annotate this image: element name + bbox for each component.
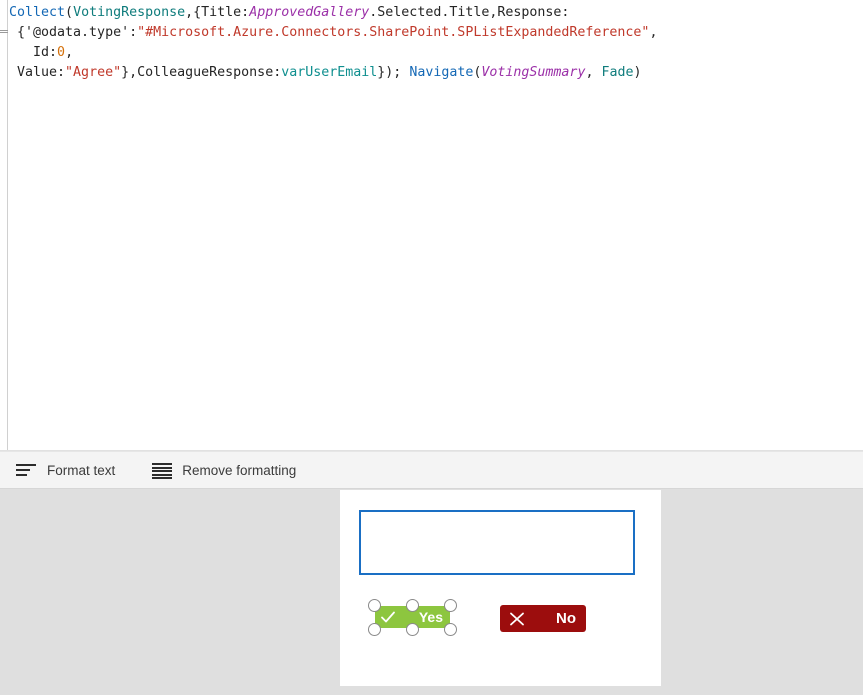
app-canvas-area: Yes No [0, 490, 863, 695]
formula-token: , [585, 65, 602, 80]
formula-token: ) [633, 65, 642, 80]
formula-token: Collect [9, 5, 66, 20]
formula-token: "Agree" [65, 65, 122, 80]
formula-input[interactable]: Collect(VotingResponse,{Title:ApprovedGa… [9, 0, 863, 83]
formula-line: Collect(VotingResponse,{Title:ApprovedGa… [9, 3, 863, 23]
formula-token: }); [377, 65, 410, 80]
yes-button-label: Yes [418, 609, 443, 625]
format-text-label: Format text [47, 462, 116, 478]
formula-token: , [65, 45, 74, 60]
no-button[interactable]: No [500, 605, 586, 632]
formula-token: Value: [9, 65, 66, 80]
gutter-tick [0, 32, 8, 33]
resize-handle-bottom-center[interactable] [406, 623, 419, 636]
formula-editor-panel[interactable]: Collect(VotingResponse,{Title:ApprovedGa… [0, 0, 863, 451]
app-screen-canvas[interactable]: Yes No [340, 490, 661, 686]
formula-token: Id: [9, 45, 58, 60]
formula-line: Value:"Agree"},ColleagueResponse:varUser… [9, 63, 863, 83]
yes-button-selection[interactable]: Yes [366, 597, 459, 637]
formula-token: ,{Title: [185, 5, 250, 20]
formula-token: .Selected.Title,Response: [369, 5, 570, 20]
power-apps-studio-screen: Collect(VotingResponse,{Title:ApprovedGa… [0, 0, 863, 695]
gutter-tick [0, 30, 8, 31]
remove-formatting-icon [151, 462, 173, 479]
formula-token: ( [65, 5, 74, 20]
formula-token: "#Microsoft.Azure.Connectors.SharePoint.… [137, 25, 650, 40]
remove-formatting-label: Remove formatting [182, 462, 297, 478]
formula-format-toolbar: Format text Remove formatting [0, 451, 863, 489]
formula-token: Fade [601, 65, 634, 80]
formula-line: {'@odata.type':"#Microsoft.Azure.Connect… [9, 23, 863, 43]
formula-token: , [649, 25, 658, 40]
no-button-label: No [556, 610, 576, 627]
format-text-button[interactable]: Format text [16, 456, 125, 484]
remove-formatting-button[interactable]: Remove formatting [151, 456, 306, 484]
resize-handle-bottom-right[interactable] [444, 623, 457, 636]
resize-handle-top-left[interactable] [368, 599, 381, 612]
formula-token: varUserEmail [281, 65, 378, 80]
formula-token: VotingResponse [73, 5, 186, 20]
format-text-icon [16, 462, 38, 478]
check-icon [381, 611, 395, 623]
formula-token: Navigate [409, 65, 474, 80]
text-input-control[interactable] [359, 510, 635, 575]
formula-token: {'@odata.type': [9, 25, 138, 40]
formula-line: Id:0, [9, 43, 863, 63]
cross-icon [510, 612, 524, 625]
formula-token: ApprovedGallery [249, 5, 370, 20]
formula-gutter [0, 0, 8, 450]
resize-handle-bottom-left[interactable] [368, 623, 381, 636]
formula-token: VotingSummary [481, 65, 586, 80]
resize-handle-top-right[interactable] [444, 599, 457, 612]
resize-handle-top-center[interactable] [406, 599, 419, 612]
formula-token: 0 [57, 45, 66, 60]
formula-token: },ColleagueResponse: [121, 65, 282, 80]
